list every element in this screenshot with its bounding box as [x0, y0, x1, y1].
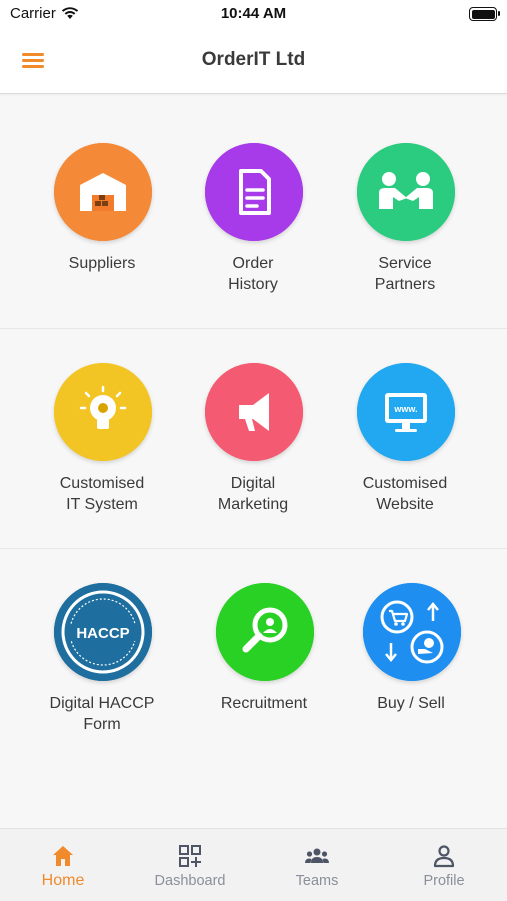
menu-grid-row: Suppliers Order History Service Partners — [0, 108, 507, 329]
dashboard-icon — [179, 845, 201, 867]
tile-label: Digital HACCP Form — [49, 695, 155, 733]
tile-suppliers[interactable]: Suppliers — [27, 108, 177, 328]
tile-label: Order History — [228, 255, 278, 293]
document-icon — [205, 143, 303, 241]
tile-service-partners[interactable]: Service Partners — [330, 108, 480, 328]
tab-profile[interactable]: Profile — [381, 829, 507, 901]
tile-label: Recruitment — [220, 695, 308, 712]
page-title: OrderIT Ltd — [201, 49, 306, 70]
tab-label: Home — [41, 872, 85, 889]
tile-label: Customised Website — [362, 475, 448, 513]
monitor-icon: www. — [357, 363, 455, 461]
home-icon — [53, 846, 73, 866]
tab-label: Teams — [295, 873, 339, 889]
tile-customised-website[interactable]: www. Customised Website — [330, 328, 480, 548]
bottom-tab-bar: Home Dashboard Teams Profile — [0, 828, 507, 901]
tile-recruitment[interactable]: Recruitment — [189, 548, 339, 768]
status-time: 10:44 AM — [220, 5, 287, 22]
search-person-icon — [216, 583, 314, 681]
teams-icon — [305, 848, 329, 863]
warehouse-icon — [54, 143, 152, 241]
svg-text:HACCP: HACCP — [76, 625, 129, 642]
lightbulb-icon — [54, 363, 152, 461]
tile-buy-sell[interactable]: Buy / Sell — [336, 548, 486, 768]
tile-label: Customised IT System — [59, 475, 145, 513]
tile-label: Buy / Sell — [377, 695, 445, 712]
tab-teams[interactable]: Teams — [254, 829, 380, 901]
app-header: OrderIT Ltd — [0, 30, 507, 94]
tab-dashboard[interactable]: Dashboard — [127, 829, 253, 901]
handshake-icon — [357, 143, 455, 241]
battery-icon — [469, 7, 500, 21]
tab-label: Dashboard — [154, 873, 226, 889]
tile-digital-haccp-form[interactable]: HACCP Digital HACCP Form — [27, 548, 177, 768]
tile-label: Service Partners — [374, 255, 436, 293]
menu-grid-row: Customised IT System Digital Marketing w… — [0, 328, 507, 549]
tile-customised-it-system[interactable]: Customised IT System — [27, 328, 177, 548]
haccp-badge-icon: HACCP — [54, 583, 152, 681]
profile-icon — [433, 845, 455, 868]
tile-digital-marketing[interactable]: Digital Marketing — [178, 328, 328, 548]
tile-label: Suppliers — [68, 255, 136, 272]
tile-order-history[interactable]: Order History — [178, 108, 328, 328]
status-bar: Carrier 10:44 AM — [0, 0, 507, 30]
menu-grid-row: HACCP Digital HACCP Form Recruitment Buy… — [0, 548, 507, 768]
tab-home[interactable]: Home — [0, 829, 126, 901]
svg-text:www.: www. — [393, 404, 417, 414]
megaphone-icon — [205, 363, 303, 461]
exchange-icon — [363, 583, 461, 681]
tile-label: Digital Marketing — [217, 475, 289, 513]
tab-label: Profile — [423, 873, 465, 889]
